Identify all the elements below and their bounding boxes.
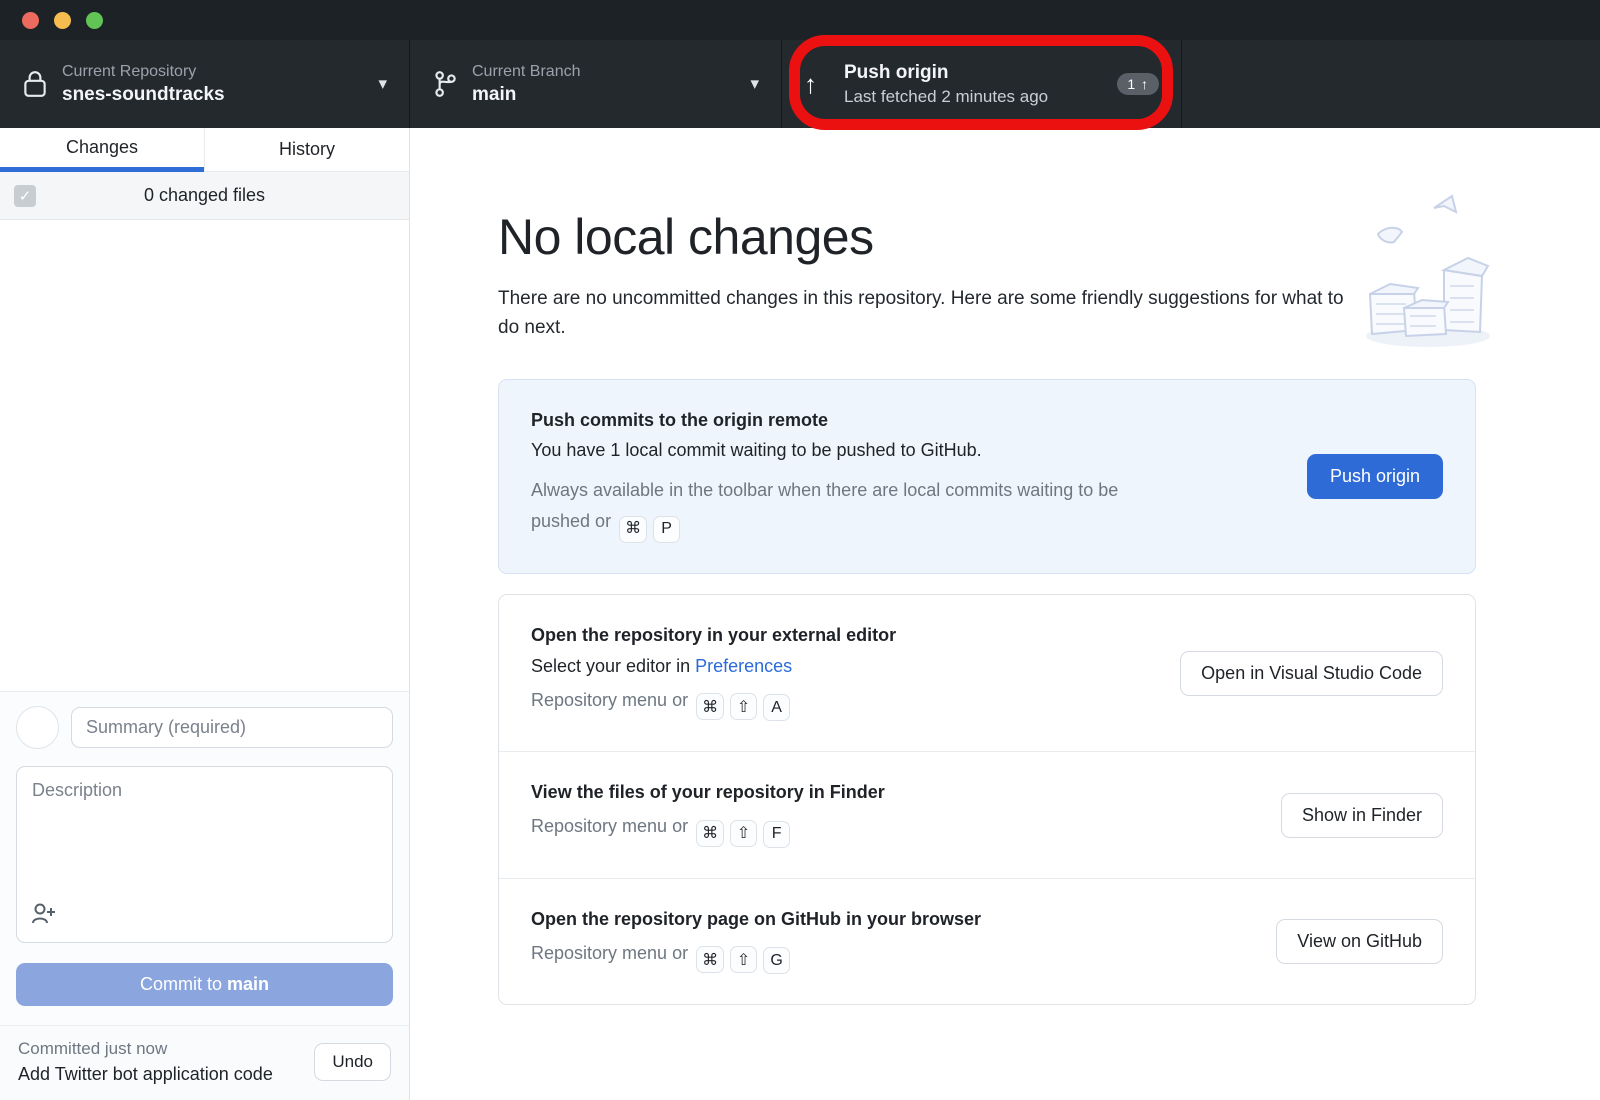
toolbar: Current Repository snes-soundtracks ▾ Cu…	[0, 40, 1600, 128]
current-branch-label: Current Branch	[472, 63, 740, 81]
lock-icon	[22, 69, 62, 99]
current-repository-dropdown[interactable]: Current Repository snes-soundtracks ▾	[0, 40, 410, 128]
tab-history[interactable]: History	[204, 128, 409, 172]
github-desktop-window: Current Repository snes-soundtracks ▾ Cu…	[0, 0, 1600, 1100]
show-in-finder-button[interactable]: Show in Finder	[1281, 793, 1443, 838]
current-branch-dropdown[interactable]: Current Branch main ▾	[410, 40, 782, 128]
changed-files-row: ✓ 0 changed files	[0, 172, 409, 220]
current-repository-label: Current Repository	[62, 63, 368, 81]
push-origin-label: Push origin	[844, 62, 1103, 84]
commit-description-box	[16, 766, 393, 943]
view-on-github-button[interactable]: View on GitHub	[1276, 919, 1443, 964]
main-panel: No local changes There are no uncommitte…	[410, 128, 1600, 1100]
g-key: G	[763, 947, 790, 974]
open-in-vscode-button[interactable]: Open in Visual Studio Code	[1180, 651, 1443, 696]
avatar	[16, 706, 59, 749]
zoom-window-button[interactable]	[86, 12, 103, 29]
changes-list-empty-area	[0, 220, 409, 691]
close-window-button[interactable]	[22, 12, 39, 29]
commit-summary-input[interactable]	[71, 707, 393, 748]
commit-description-input[interactable]	[32, 780, 377, 890]
cmd-key: ⌘	[619, 516, 647, 543]
suggestion-subtitle: Select your editor in Preferences	[531, 656, 1156, 677]
tab-changes[interactable]: Changes	[0, 128, 204, 172]
chevron-down-icon: ▾	[750, 74, 759, 94]
a-key: A	[763, 694, 790, 721]
show-in-finder-row: View the files of your repository in Fin…	[499, 751, 1475, 878]
suggestions-card: Open the repository in your external edi…	[498, 594, 1476, 1006]
push-card-title: Push commits to the origin remote	[531, 410, 1283, 431]
push-origin-toolbar-button[interactable]: ↑ Push origin Last fetched 2 minutes ago…	[782, 40, 1182, 128]
shift-key: ⇧	[730, 820, 757, 847]
push-commits-card: Push commits to the origin remote You ha…	[498, 379, 1476, 574]
last-fetched-label: Last fetched 2 minutes ago	[844, 87, 1103, 107]
suggestion-hint: Repository menu or ⌘⇧G	[531, 943, 1252, 975]
cmd-key: ⌘	[696, 946, 724, 973]
sidebar: Changes History ✓ 0 changed files	[0, 128, 410, 1100]
current-repository-value: snes-soundtracks	[62, 84, 368, 106]
open-in-editor-row: Open the repository in your external edi…	[499, 595, 1475, 752]
suggestion-title: Open the repository in your external edi…	[531, 625, 1156, 646]
current-branch-value: main	[472, 84, 740, 106]
arrow-up-icon: ↑	[804, 71, 844, 97]
suggestion-hint: Repository menu or ⌘⇧F	[531, 816, 1257, 848]
undo-commit-banner: Committed just now Add Twitter bot appli…	[0, 1025, 409, 1100]
page-subtitle: There are no uncommitted changes in this…	[498, 284, 1348, 343]
f-key: F	[763, 821, 790, 848]
suggestion-title: View the files of your repository in Fin…	[531, 782, 1257, 803]
paper-stack-illustration	[1356, 190, 1496, 350]
git-branch-icon	[432, 69, 472, 99]
cmd-key: ⌘	[696, 820, 724, 847]
commit-message-text: Add Twitter bot application code	[18, 1064, 302, 1085]
undo-button[interactable]: Undo	[314, 1043, 391, 1081]
push-card-note: Always available in the toolbar when the…	[531, 475, 1231, 543]
add-coauthor-icon[interactable]	[31, 901, 57, 930]
p-key: P	[653, 516, 680, 543]
ahead-commits-badge: 1 ↑	[1117, 73, 1159, 95]
suggestion-title: Open the repository page on GitHub in yo…	[531, 909, 1252, 930]
commit-form: Commit to main	[0, 691, 409, 1025]
sidebar-tabs: Changes History	[0, 128, 409, 172]
commit-to-main-button[interactable]: Commit to main	[16, 963, 393, 1006]
committed-status-text: Committed just now	[18, 1039, 302, 1059]
chevron-down-icon: ▾	[378, 74, 387, 94]
minimize-window-button[interactable]	[54, 12, 71, 29]
push-origin-button[interactable]: Push origin	[1307, 454, 1443, 499]
titlebar	[0, 0, 1600, 40]
shift-key: ⇧	[730, 693, 757, 720]
suggestion-hint: Repository menu or ⌘⇧A	[531, 690, 1156, 722]
view-on-github-row: Open the repository page on GitHub in yo…	[499, 878, 1475, 1005]
push-card-body: You have 1 local commit waiting to be pu…	[531, 440, 1283, 461]
preferences-link[interactable]: Preferences	[695, 656, 792, 676]
changed-files-count: 0 changed files	[0, 185, 409, 206]
select-all-checkbox[interactable]: ✓	[14, 185, 36, 207]
shift-key: ⇧	[730, 946, 757, 973]
cmd-key: ⌘	[696, 693, 724, 720]
